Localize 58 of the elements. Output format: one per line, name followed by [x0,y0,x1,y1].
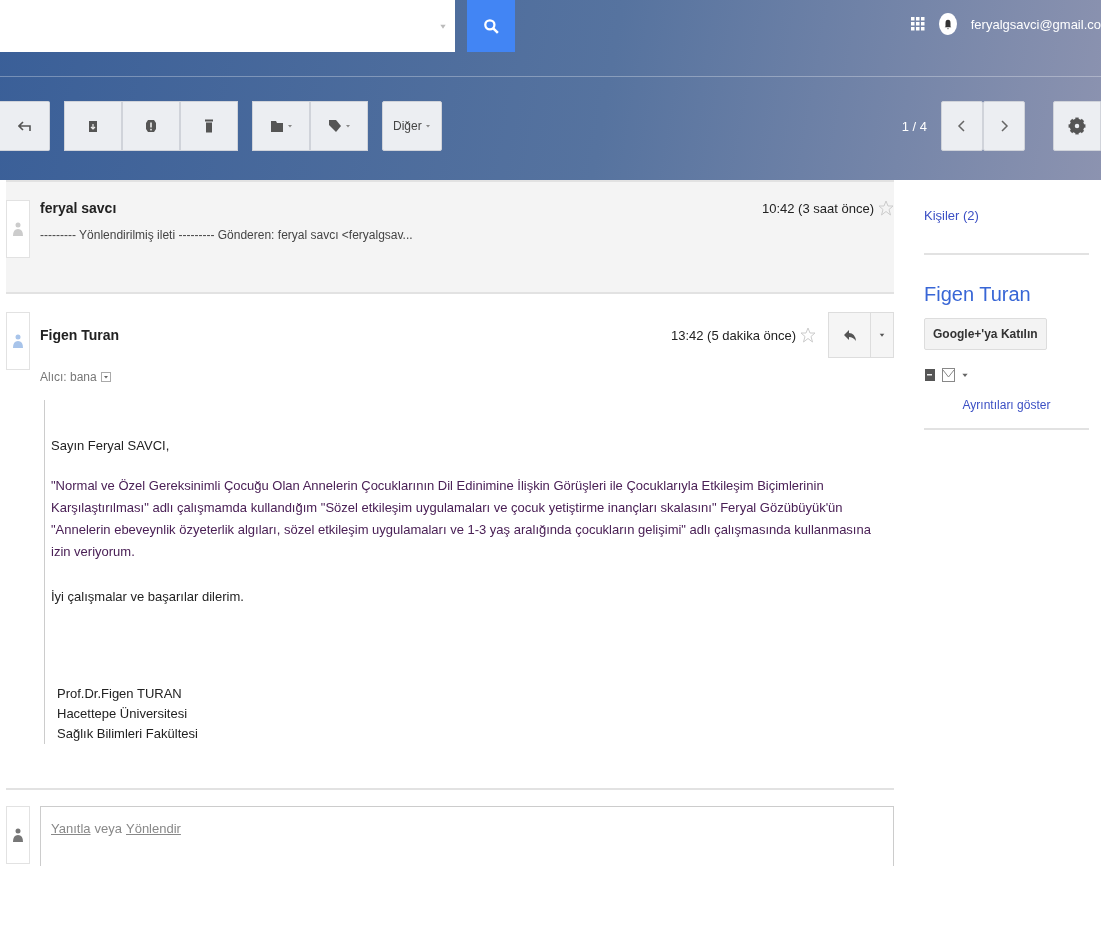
notification-button[interactable] [938,13,957,35]
exclamation-icon [144,119,158,133]
forward-link[interactable]: Yönlendir [126,821,181,852]
join-button[interactable]: Google+'ya Katılın [924,318,1047,350]
details-dropdown[interactable] [100,372,111,382]
caret-icon [286,123,293,129]
back-arrow-icon [17,119,32,133]
signature-line: Prof.Dr.Figen TURAN [57,685,183,703]
person-icon [13,334,23,348]
reply-link[interactable]: Yanıtla [51,821,91,852]
sender-name: feryal savcı [40,200,117,216]
mail-icon [942,368,955,382]
caret-icon [102,374,109,380]
closing-text: İyi çalışmalar ve başarılar dilerim. [51,589,245,604]
pager-text: 1 / 4 [901,118,927,134]
person-icon [13,222,23,236]
more-button[interactable]: Diğer [382,101,442,151]
greeting-text: Sayın Feryal SAVCI, [51,438,171,453]
search-icon [483,18,499,34]
collapsed-message[interactable]: feryal savcı 10:42 (3 saat önce) --------- Yönlendirilmiş ileti --------- Gönderen: feryal savcı <feryalgsav... [6,180,894,292]
caret-icon [424,123,431,129]
star-icon[interactable] [800,327,816,343]
caret-icon [344,123,351,129]
trash-icon [202,118,216,134]
people-link[interactable]: Kişiler (2) [924,180,1089,255]
reply-icon [842,328,857,342]
document-icon [924,368,936,382]
sender-name: Figen Turan [40,327,120,343]
message-snippet: --------- Yönlendirilmiş ileti --------- Gönderen: feryal savcı <feryalgsav... [40,228,414,242]
details-link[interactable]: Ayrıntıları göster [924,398,1089,430]
body-paragraph: "Normal ve Özel Gereksinimli Çocuğu Olan Annelerin Çocuklarının Dil Edinimine İlişkin Görüşleri ile Çocuklarıyla Etkileşim Biçimlerinin Karşılaştırılması" adlı çalışmamda kullandığım "Sözel etkileşim uygulamaları ve çocuk yetiştirme inançları skalasını" Feryal Gözübüyük'ün "Annelerin ebeveynlik özyeterlik algıları, sözel etkileşim uygulamaları ve 1-3 yaş aralığında çocukların gelişimi" adlı çalışmasında kullanmasına izin veriyorum. [51,477,872,561]
search-button[interactable] [467,0,515,52]
caret-icon [961,371,969,379]
message-time: 13:42 (5 dakika önce) [670,327,796,343]
search-field[interactable] [0,0,455,52]
report-spam-button[interactable] [122,101,180,151]
folder-icon [269,119,284,133]
contact-name: Figen Turan [924,283,1032,306]
recipient-text: Alıcı: bana [40,370,97,384]
caret-icon [439,22,447,30]
apps-grid-icon [910,17,925,31]
settings-button[interactable] [1053,101,1101,151]
settings-icon [1068,117,1086,135]
back-button[interactable] [0,101,50,151]
archive-icon [86,119,100,133]
star-icon[interactable] [878,200,894,216]
labels-button[interactable] [310,101,368,151]
move-to-button[interactable] [252,101,310,151]
signature-line: Sağlık Bilimleri Fakültesi [57,725,199,743]
caret-icon [878,331,886,339]
separator-text: veya [94,821,122,838]
tag-icon [327,119,342,133]
signature-line: Hacettepe Üniversitesi [57,705,189,723]
archive-button[interactable] [64,101,122,151]
person-icon [13,828,23,842]
message-time: 10:42 (3 saat önce) [761,200,874,216]
delete-button[interactable] [180,101,238,151]
reply-field[interactable]: Yanıtla veya Yönlendir [40,806,894,866]
